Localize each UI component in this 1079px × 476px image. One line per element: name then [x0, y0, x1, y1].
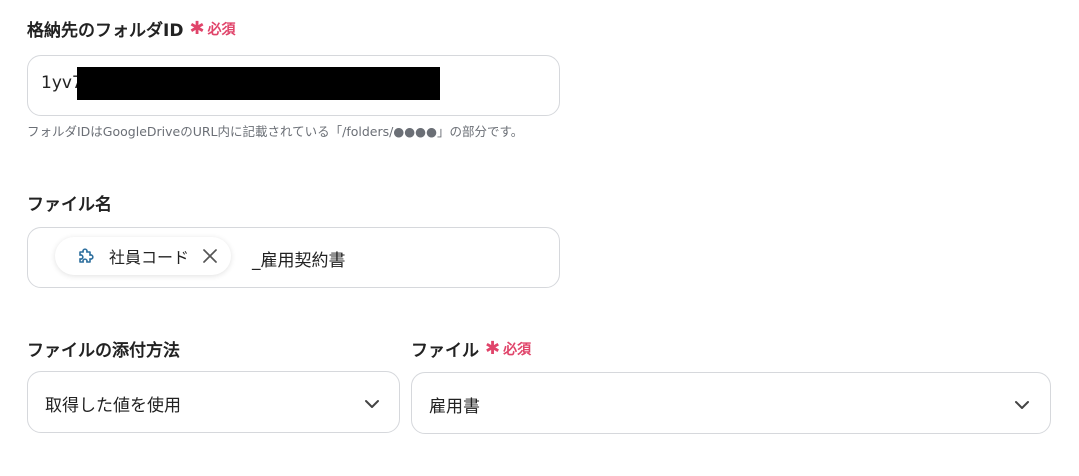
required-badge: ✱ 必須 — [189, 19, 235, 39]
close-icon[interactable] — [201, 247, 219, 265]
variable-chip[interactable]: 社員コード — [55, 237, 232, 275]
redacted-block — [77, 67, 440, 100]
file-select[interactable]: 雇用書 — [411, 372, 1051, 434]
file-label-text: ファイル — [411, 341, 479, 361]
puzzle-icon — [75, 244, 99, 268]
file-label: ファイル ✱ 必須 — [411, 336, 531, 361]
chevron-down-icon — [1014, 397, 1030, 413]
folder-id-label: 格納先のフォルダID ✱ 必須 — [27, 16, 236, 41]
attach-method-label: ファイルの添付方法 — [27, 336, 180, 361]
chevron-down-icon — [364, 396, 380, 412]
folder-id-input[interactable]: 1yv7 — [27, 55, 560, 116]
file-name-suffix: _雇用契約書 — [252, 251, 346, 271]
attach-method-select[interactable]: 取得した値を使用 — [27, 371, 400, 433]
asterisk-icon: ✱ — [485, 337, 501, 359]
attach-method-value: 取得した値を使用 — [45, 396, 181, 416]
file-name-label-text: ファイル名 — [27, 195, 112, 215]
folder-id-label-text: 格納先のフォルダID — [27, 21, 184, 41]
attach-method-label-text: ファイルの添付方法 — [27, 341, 180, 361]
chip-label: 社員コード — [109, 248, 190, 267]
folder-id-hint: フォルダIDはGoogleDriveのURL内に記載されている「/folders… — [27, 124, 524, 139]
file-name-label: ファイル名 — [27, 190, 112, 215]
file-name-input[interactable]: 社員コード _雇用契約書 — [27, 227, 560, 288]
required-badge: ✱ 必須 — [485, 339, 531, 359]
asterisk-icon: ✱ — [189, 17, 205, 39]
required-text: 必須 — [207, 21, 236, 38]
file-value: 雇用書 — [429, 397, 480, 417]
required-text: 必須 — [503, 341, 532, 358]
